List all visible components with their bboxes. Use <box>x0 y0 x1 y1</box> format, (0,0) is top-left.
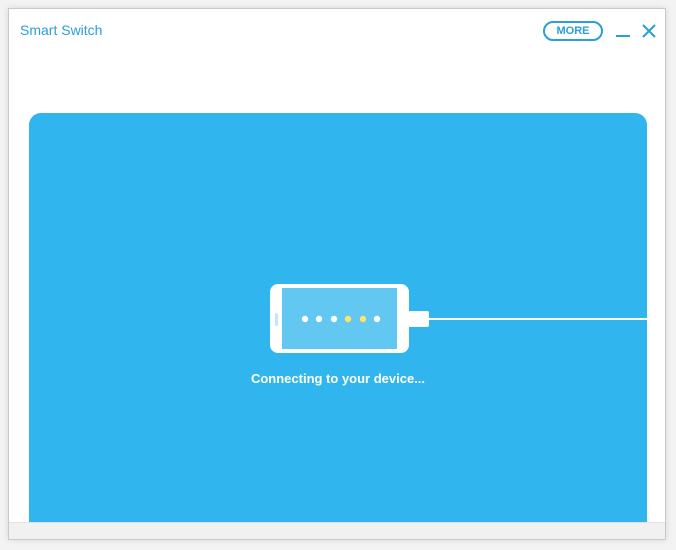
title-bar[interactable]: Smart Switch MORE <box>9 9 665 55</box>
connection-panel: Connecting to your device... <box>29 113 647 525</box>
minimize-icon <box>616 35 630 37</box>
phone-connection-illustration <box>270 284 647 353</box>
footer-bar <box>9 522 665 539</box>
usb-plug-icon <box>408 311 429 327</box>
more-button[interactable]: MORE <box>543 21 603 41</box>
connection-status-text: Connecting to your device... <box>250 371 426 386</box>
app-window: Smart Switch MORE Connecting to your dev… <box>8 8 666 540</box>
close-button[interactable] <box>639 21 659 41</box>
phone-icon <box>270 284 409 353</box>
minimize-button[interactable] <box>613 21 633 41</box>
close-icon <box>642 24 656 38</box>
app-title: Smart Switch <box>20 22 103 38</box>
